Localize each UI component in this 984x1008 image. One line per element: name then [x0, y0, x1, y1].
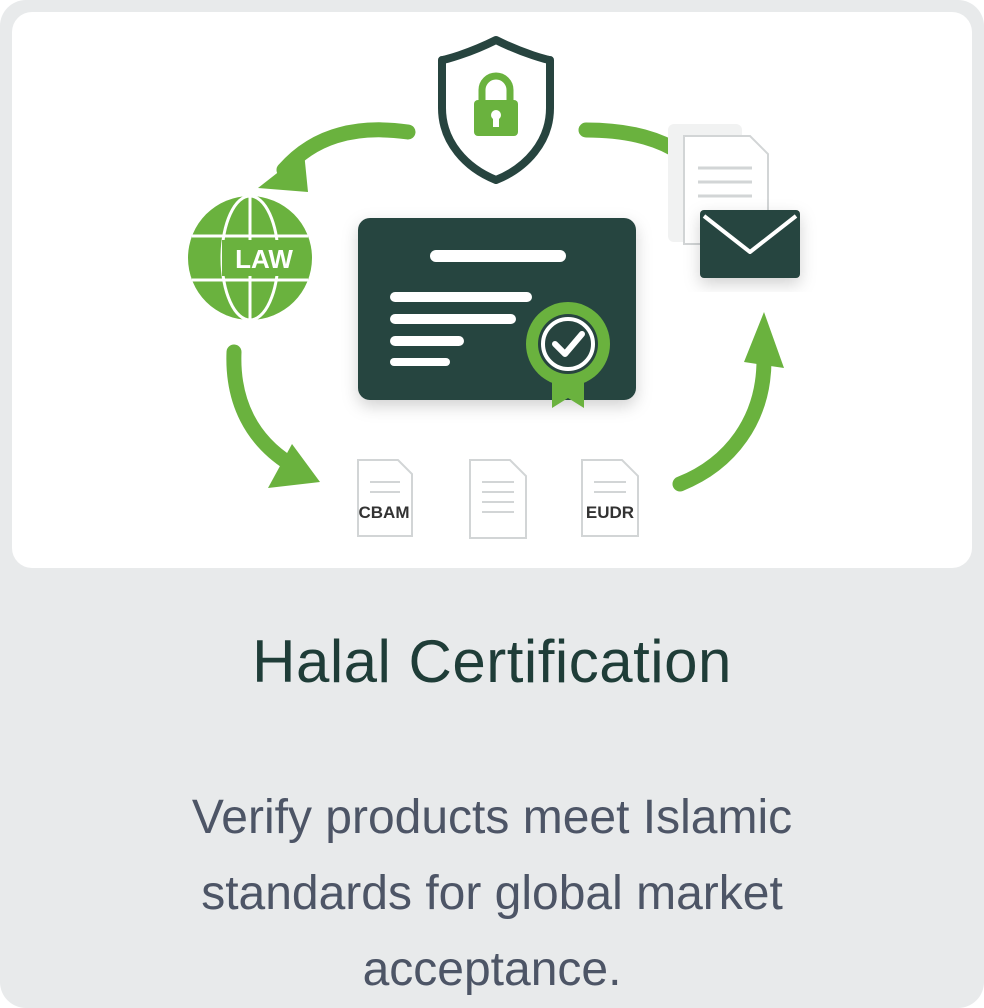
shield-lock-icon	[438, 36, 554, 184]
document-cbam-icon: CBAM	[357, 459, 413, 537]
document-icon	[469, 459, 527, 539]
envelope-icon	[700, 210, 800, 278]
arrow-right-up	[672, 312, 784, 492]
doc-left-label: CBAM	[359, 503, 410, 522]
arrow-top-right	[578, 122, 680, 156]
globe-icon: LAW	[188, 194, 312, 322]
compliance-illustration: LAW CBAM EUDR	[188, 36, 800, 539]
card-description: Verify products meet Islamic standards f…	[191, 791, 793, 996]
feature-card: LAW CBAM EUDR Halal Certification Verify…	[0, 0, 984, 1008]
document-eudr-icon: EUDR	[581, 459, 639, 537]
illustration-panel: LAW CBAM EUDR	[12, 12, 972, 568]
card-title: Halal Certification	[252, 628, 732, 695]
arrow-top-left	[258, 122, 416, 192]
globe-label: LAW	[235, 244, 293, 274]
arrow-left-down	[226, 344, 320, 488]
doc-right-label: EUDR	[586, 503, 634, 522]
